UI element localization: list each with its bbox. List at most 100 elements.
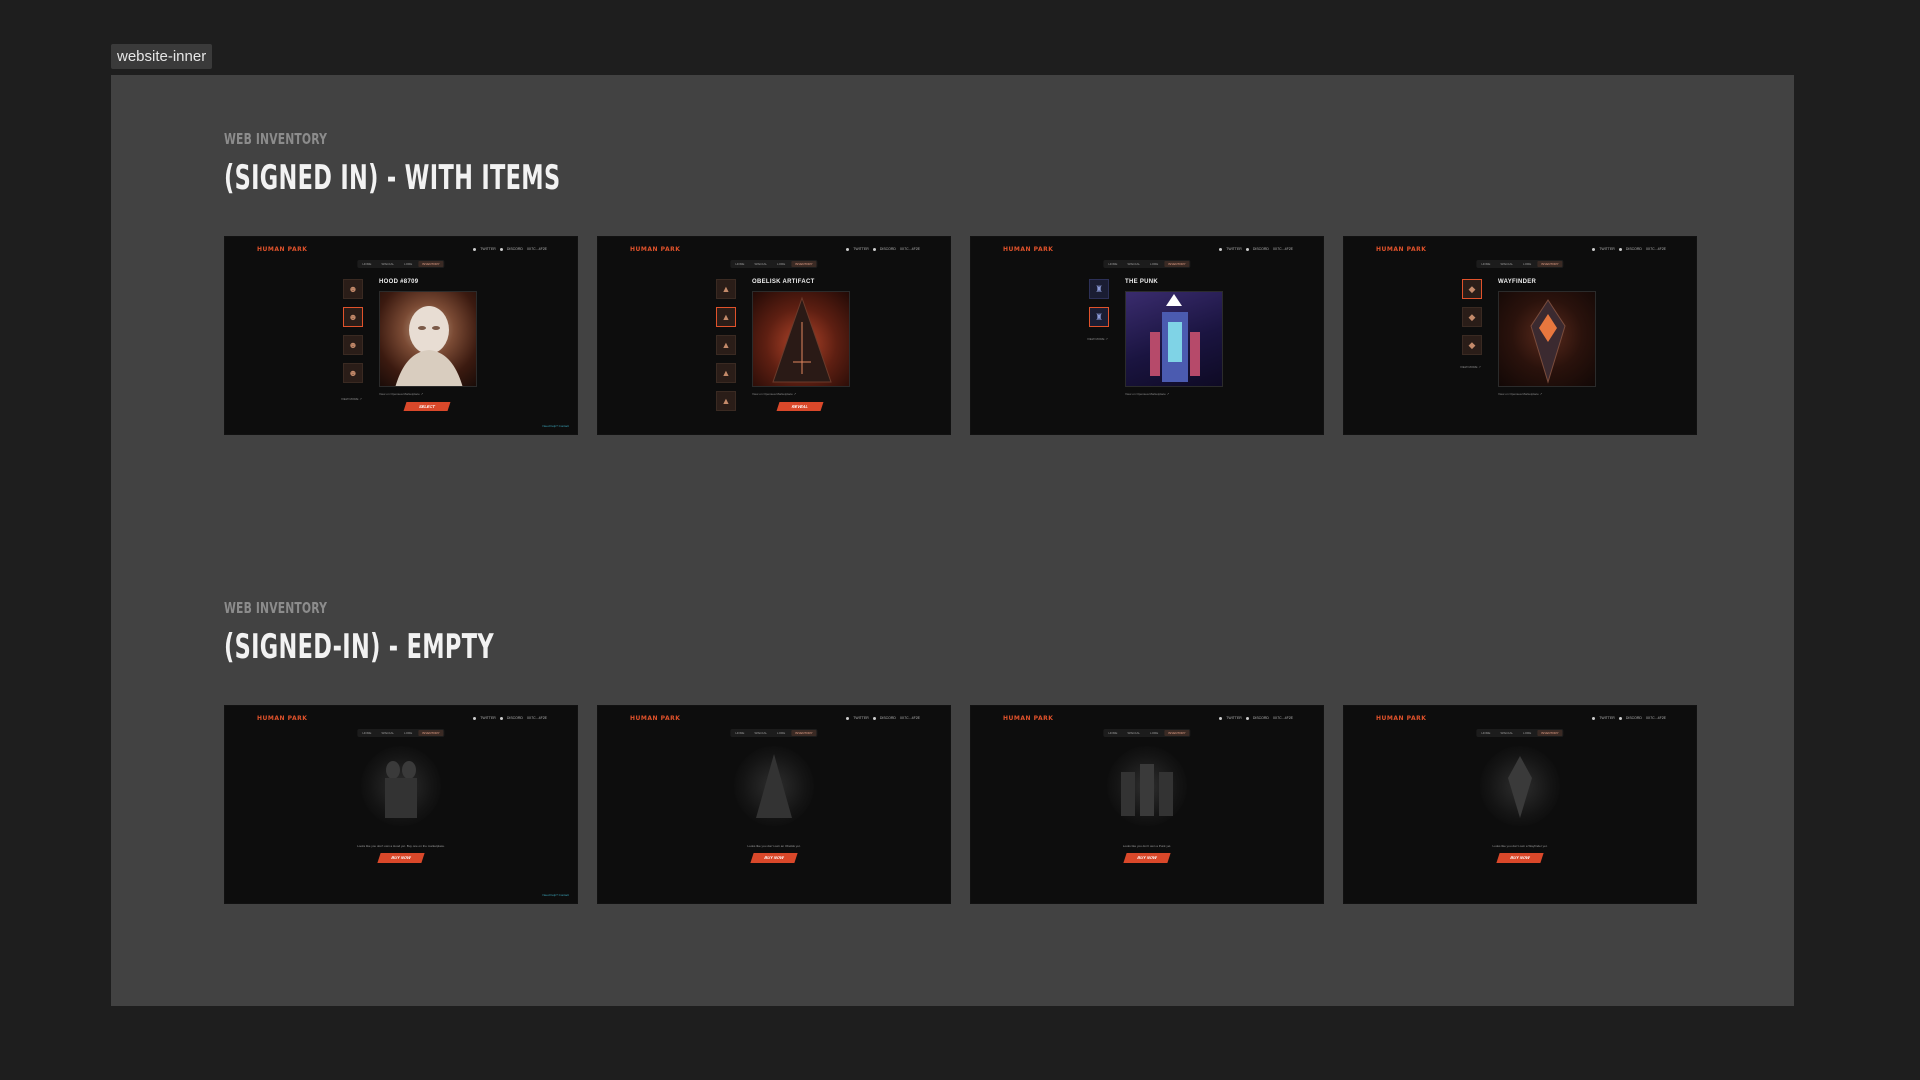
nav-discord[interactable]: DISCORD	[1253, 716, 1269, 720]
screen-empty-obelisk[interactable]: HUMAN PARK TWITTER DISCORD 0X7C...4F2E H…	[597, 705, 951, 904]
nav-twitter[interactable]: TWITTER	[1226, 716, 1242, 720]
thumbnail-item[interactable]: ♜	[1089, 279, 1109, 299]
nav-discord[interactable]: DISCORD	[507, 716, 523, 720]
tab-home[interactable]: HOME	[1104, 261, 1121, 267]
twitter-icon[interactable]	[1592, 716, 1596, 720]
tab-inventory[interactable]: INVENTORY	[418, 261, 444, 267]
tab-inventory[interactable]: INVENTORY	[1164, 730, 1190, 736]
screen-empty-hood[interactable]: HUMAN PARK TWITTER DISCORD 0X7C...4F2E H…	[224, 705, 578, 904]
discord-icon[interactable]	[1618, 247, 1622, 251]
buy-now-button[interactable]: BUY NOW	[1496, 853, 1544, 863]
tab-inventory[interactable]: INVENTORY	[1164, 261, 1190, 267]
tab-inventory[interactable]: INVENTORY	[418, 730, 444, 736]
reveal-button[interactable]: REVEAL	[776, 402, 824, 411]
tab-inventory[interactable]: INVENTORY	[791, 261, 817, 267]
tab-inventory[interactable]: INVENTORY	[1537, 261, 1563, 267]
tab-lore[interactable]: LORE	[400, 730, 416, 736]
discord-icon[interactable]	[1245, 247, 1249, 251]
tab-special[interactable]: SPECIAL	[377, 261, 398, 267]
tab-special[interactable]: SPECIAL	[750, 261, 771, 267]
nav-twitter[interactable]: TWITTER	[480, 716, 496, 720]
twitter-icon[interactable]	[1592, 247, 1596, 251]
nav-discord[interactable]: DISCORD	[1626, 247, 1642, 251]
help-link[interactable]: Need help? Contact	[542, 893, 569, 897]
tab-lore[interactable]: LORE	[1146, 730, 1162, 736]
screen-empty-wayfinder[interactable]: HUMAN PARK TWITTER DISCORD 0X7C...4F2E H…	[1343, 705, 1697, 904]
thumbnail-item[interactable]: ▲	[716, 391, 736, 411]
tab-inventory[interactable]: INVENTORY	[791, 730, 817, 736]
thumbnail-item[interactable]: ◆	[1462, 335, 1482, 355]
wallet-address[interactable]: 0X7C...4F2E	[900, 716, 920, 720]
nav-twitter[interactable]: TWITTER	[480, 247, 496, 251]
screen-hood[interactable]: HUMAN PARK TWITTER DISCORD 0X7C...4F2E H…	[224, 236, 578, 435]
tab-home[interactable]: HOME	[731, 261, 748, 267]
thumbnail-item[interactable]: ▲	[716, 279, 736, 299]
marketplace-link[interactable]: View on Opensea Marketplace ↗	[379, 392, 423, 396]
wallet-address[interactable]: 0X7C...4F2E	[900, 247, 920, 251]
discord-icon[interactable]	[1618, 716, 1622, 720]
nav-twitter[interactable]: TWITTER	[1226, 247, 1242, 251]
thumbnail-item-selected[interactable]: ◆	[1462, 279, 1482, 299]
buy-now-button[interactable]: BUY NOW	[1123, 853, 1171, 863]
tab-special[interactable]: SPECIAL	[1496, 730, 1517, 736]
wallet-address[interactable]: 0X7C...4F2E	[1646, 247, 1666, 251]
wallet-address[interactable]: 0X7C...4F2E	[1273, 716, 1293, 720]
select-button[interactable]: SELECT	[403, 402, 451, 411]
screen-empty-punk[interactable]: HUMAN PARK TWITTER DISCORD 0X7C...4F2E H…	[970, 705, 1324, 904]
thumbnail-item-selected[interactable]: ▲	[716, 307, 736, 327]
thumbnail-item[interactable]: ☻	[343, 279, 363, 299]
tab-home[interactable]: HOME	[1477, 730, 1494, 736]
view-more-link[interactable]: VIEW MORE ↗	[1087, 337, 1108, 341]
thumbnail-item-selected[interactable]: ☻	[343, 307, 363, 327]
tab-special[interactable]: SPECIAL	[1123, 261, 1144, 267]
tab-home[interactable]: HOME	[358, 730, 375, 736]
thumbnail-item[interactable]: ◆	[1462, 307, 1482, 327]
frame-label[interactable]: website-inner	[111, 44, 213, 69]
tab-home[interactable]: HOME	[1477, 261, 1494, 267]
nav-discord[interactable]: DISCORD	[880, 247, 896, 251]
wallet-address[interactable]: 0X7C...4F2E	[1273, 247, 1293, 251]
tab-special[interactable]: SPECIAL	[377, 730, 398, 736]
tab-lore[interactable]: LORE	[1519, 261, 1535, 267]
twitter-icon[interactable]	[473, 247, 477, 251]
screen-obelisk[interactable]: HUMAN PARK TWITTER DISCORD 0X7C...4F2E H…	[597, 236, 951, 435]
wallet-address[interactable]: 0X7C...4F2E	[527, 716, 547, 720]
thumbnail-item[interactable]: ▲	[716, 335, 736, 355]
tab-home[interactable]: HOME	[1104, 730, 1121, 736]
tab-special[interactable]: SPECIAL	[1123, 730, 1144, 736]
nav-discord[interactable]: DISCORD	[1626, 716, 1642, 720]
thumbnail-item[interactable]: ▲	[716, 363, 736, 383]
nav-twitter[interactable]: TWITTER	[853, 716, 869, 720]
nav-twitter[interactable]: TWITTER	[1599, 716, 1615, 720]
twitter-icon[interactable]	[846, 716, 850, 720]
marketplace-link[interactable]: View on Opensea Marketplace ↗	[1125, 392, 1169, 396]
discord-icon[interactable]	[499, 716, 503, 720]
tab-special[interactable]: SPECIAL	[750, 730, 771, 736]
help-link[interactable]: Need help? Contact	[542, 424, 569, 428]
tab-lore[interactable]: LORE	[773, 261, 789, 267]
thumbnail-item[interactable]: ☻	[343, 363, 363, 383]
nav-discord[interactable]: DISCORD	[1253, 247, 1269, 251]
discord-icon[interactable]	[499, 247, 503, 251]
tab-lore[interactable]: LORE	[400, 261, 416, 267]
nav-discord[interactable]: DISCORD	[507, 247, 523, 251]
marketplace-link[interactable]: View on Opensea Marketplace ↗	[1498, 392, 1542, 396]
tab-lore[interactable]: LORE	[773, 730, 789, 736]
twitter-icon[interactable]	[1219, 247, 1223, 251]
buy-now-button[interactable]: BUY NOW	[750, 853, 798, 863]
tab-inventory[interactable]: INVENTORY	[1537, 730, 1563, 736]
tab-special[interactable]: SPECIAL	[1496, 261, 1517, 267]
thumbnail-item-selected[interactable]: ♜	[1089, 307, 1109, 327]
view-more-link[interactable]: VIEW MORE ↗	[341, 397, 362, 401]
discord-icon[interactable]	[1245, 716, 1249, 720]
nav-twitter[interactable]: TWITTER	[853, 247, 869, 251]
tab-lore[interactable]: LORE	[1519, 730, 1535, 736]
twitter-icon[interactable]	[846, 247, 850, 251]
view-more-link[interactable]: VIEW MORE ↗	[1460, 365, 1481, 369]
wallet-address[interactable]: 0X7C...4F2E	[527, 247, 547, 251]
nav-twitter[interactable]: TWITTER	[1599, 247, 1615, 251]
discord-icon[interactable]	[872, 716, 876, 720]
screen-punk[interactable]: HUMAN PARK TWITTER DISCORD 0X7C...4F2E H…	[970, 236, 1324, 435]
wallet-address[interactable]: 0X7C...4F2E	[1646, 716, 1666, 720]
buy-now-button[interactable]: BUY NOW	[377, 853, 425, 863]
